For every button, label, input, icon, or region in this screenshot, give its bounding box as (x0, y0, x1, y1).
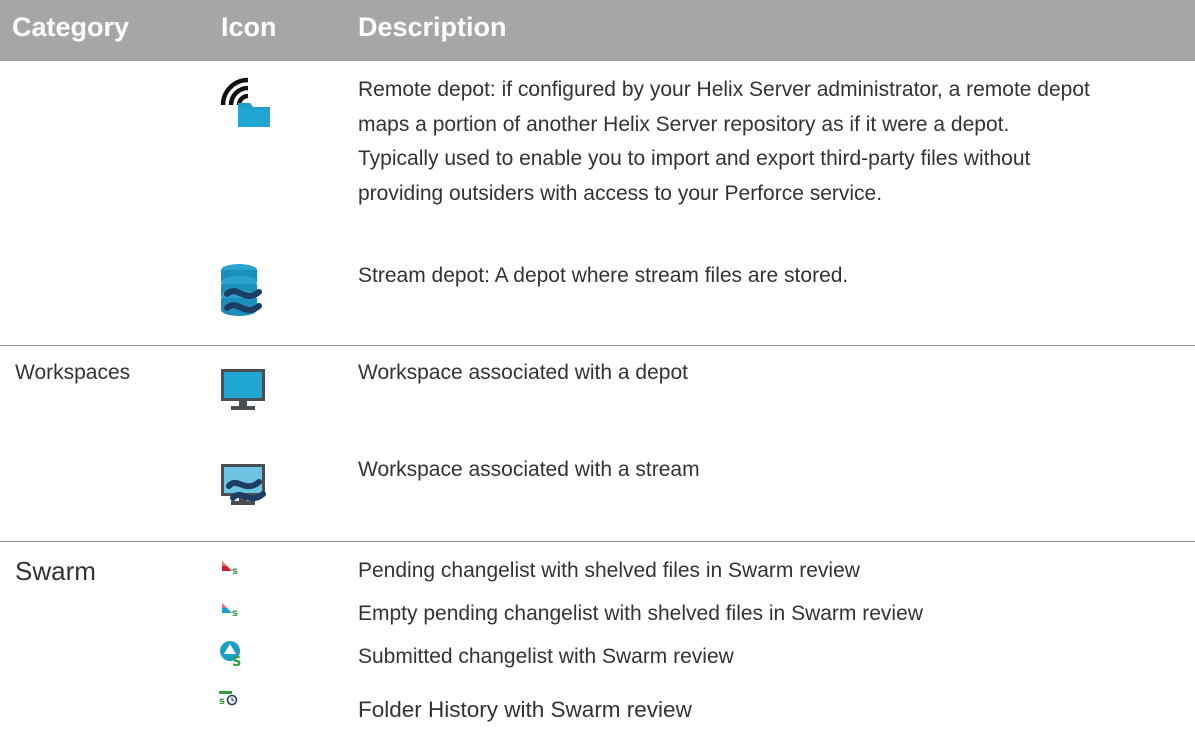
remote-depot-description: Remote depot: if configured by your Heli… (358, 78, 1090, 205)
svg-text:s: s (232, 566, 238, 577)
row-divider (0, 541, 1195, 542)
row-divider (0, 345, 1195, 346)
svg-text:S: S (232, 655, 241, 667)
workspace-depot-description: Workspace associated with a depot (358, 361, 688, 384)
workspace-depot-icon (219, 365, 267, 413)
pending-changelist-swarm-description: Pending changelist with shelved files in… (358, 559, 860, 582)
stream-depot-icon (219, 262, 263, 318)
submitted-changelist-swarm-icon: S (218, 639, 246, 667)
header-description: Description (358, 12, 507, 42)
empty-pending-changelist-swarm-icon: s (219, 601, 243, 621)
empty-pending-changelist-swarm-description: Empty pending changelist with shelved fi… (358, 602, 923, 625)
category-swarm: Swarm (15, 556, 96, 586)
svg-text:s: s (219, 696, 225, 706)
stream-depot-description: Stream depot: A depot where stream files… (358, 264, 849, 287)
svg-text:s: s (232, 608, 238, 619)
workspace-stream-icon (219, 460, 267, 508)
header-category: Category (12, 12, 130, 42)
table-header: Category Icon Description (0, 0, 1195, 61)
submitted-changelist-swarm-description: Submitted changelist with Swarm review (358, 645, 734, 668)
folder-history-swarm-icon: s (218, 690, 240, 706)
pending-changelist-swarm-icon: s (219, 559, 243, 579)
folder-history-swarm-description: Folder History with Swarm review (358, 697, 692, 722)
header-icon: Icon (221, 12, 277, 42)
remote-depot-icon (220, 77, 272, 129)
workspace-stream-description: Workspace associated with a stream (358, 458, 700, 481)
category-workspaces: Workspaces (15, 361, 131, 384)
